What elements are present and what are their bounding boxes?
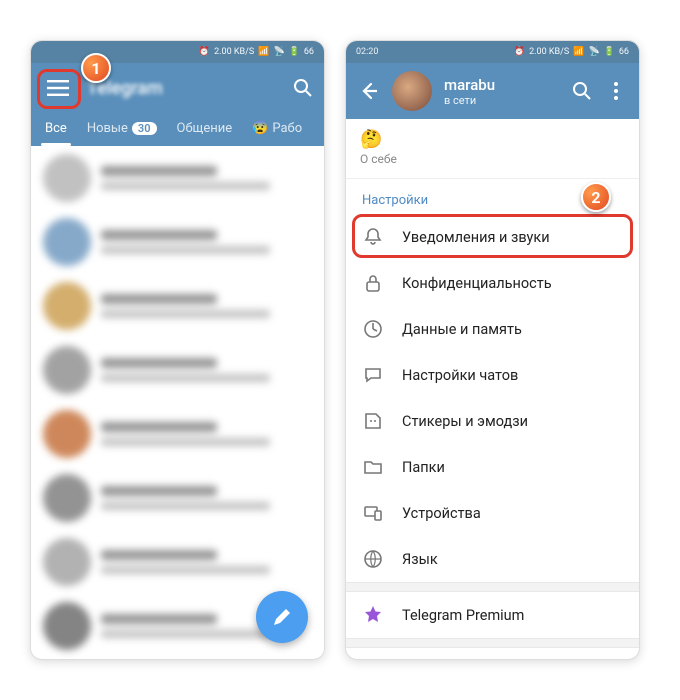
avatar bbox=[43, 538, 91, 586]
data-icon bbox=[362, 318, 384, 340]
alarm-icon: ⏰ bbox=[199, 47, 210, 57]
star-icon bbox=[362, 604, 384, 626]
signal-icon: 📶 bbox=[573, 47, 584, 57]
battery-icon: 🔋 bbox=[289, 47, 300, 57]
signal-icon: 📶 bbox=[258, 47, 269, 57]
chat-icon bbox=[362, 364, 384, 386]
settings-stickers-label: Стикеры и эмодзи bbox=[402, 413, 528, 430]
settings-notifications[interactable]: Уведомления и звуки bbox=[346, 214, 639, 260]
chat-item[interactable] bbox=[31, 274, 324, 338]
tab-new-badge: 30 bbox=[132, 122, 157, 135]
avatar bbox=[43, 218, 91, 266]
about-emoji: 🤔 bbox=[360, 129, 625, 150]
status-indicators: ⏰ 2.00 KB/S 📶 📡 🔋 66 bbox=[514, 47, 629, 57]
avatar bbox=[43, 602, 91, 650]
tab-new[interactable]: Новые 30 bbox=[79, 113, 165, 146]
status-indicators: ⏰ 2.00 KB/S 📶 📡 🔋 66 bbox=[199, 47, 314, 57]
avatar bbox=[43, 474, 91, 522]
search-icon bbox=[293, 78, 313, 98]
profile-status: в сети bbox=[444, 94, 559, 107]
profile-avatar[interactable] bbox=[392, 71, 432, 111]
chat-item[interactable] bbox=[31, 210, 324, 274]
chat-item[interactable] bbox=[31, 402, 324, 466]
hamburger-icon bbox=[47, 80, 69, 96]
wifi-icon: 📡 bbox=[273, 47, 284, 57]
tab-social[interactable]: Общение bbox=[169, 113, 241, 146]
net-speed: 2.00 KB/S bbox=[214, 47, 254, 57]
section-help-header: Помощь bbox=[346, 648, 639, 660]
callout-badge-1: 1 bbox=[81, 53, 111, 83]
net-speed: 2.00 KB/S bbox=[529, 47, 569, 57]
sticker-icon bbox=[362, 410, 384, 432]
settings-notifications-label: Уведомления и звуки bbox=[402, 229, 550, 246]
chat-item[interactable] bbox=[31, 466, 324, 530]
settings-premium[interactable]: Telegram Premium bbox=[346, 592, 639, 638]
settings-devices[interactable]: Устройства bbox=[346, 490, 639, 536]
tab-work-emoji: 😰 bbox=[252, 121, 268, 136]
folder-tabs: Все Новые 30 Общение 😰 Рабо bbox=[31, 113, 324, 146]
avatar bbox=[43, 282, 91, 330]
profile-meta: marabu в сети bbox=[444, 76, 559, 107]
lock-icon bbox=[362, 272, 384, 294]
back-button[interactable] bbox=[358, 80, 380, 102]
status-bar: 02:20 ⏰ 2.00 KB/S 📶 📡 🔋 66 bbox=[346, 41, 639, 63]
tab-work[interactable]: 😰 Рабо bbox=[244, 113, 310, 146]
settings-premium-label: Telegram Premium bbox=[402, 607, 524, 624]
settings-language-label: Язык bbox=[402, 551, 438, 568]
battery-pct: 66 bbox=[304, 47, 314, 57]
settings-chats[interactable]: Настройки чатов bbox=[346, 352, 639, 398]
chat-list[interactable] bbox=[31, 146, 324, 658]
about-section[interactable]: 🤔 О себе bbox=[346, 119, 639, 179]
status-bar: ⏰ 2.00 KB/S 📶 📡 🔋 66 bbox=[31, 41, 324, 63]
section-separator bbox=[346, 582, 639, 592]
more-vertical-icon bbox=[614, 82, 618, 100]
devices-icon bbox=[362, 502, 384, 524]
chat-item[interactable] bbox=[31, 530, 324, 594]
pencil-icon bbox=[271, 606, 293, 628]
globe-icon bbox=[362, 548, 384, 570]
search-button[interactable] bbox=[571, 80, 593, 102]
settings-data[interactable]: Данные и память bbox=[346, 306, 639, 352]
folder-icon bbox=[362, 456, 384, 478]
chat-item[interactable] bbox=[31, 338, 324, 402]
status-time: 02:20 bbox=[356, 47, 378, 57]
settings-language[interactable]: Язык bbox=[346, 536, 639, 582]
settings-devices-label: Устройства bbox=[402, 505, 481, 522]
settings-folders-label: Папки bbox=[402, 459, 445, 476]
battery-pct: 66 bbox=[619, 47, 629, 57]
chat-item[interactable] bbox=[31, 146, 324, 210]
alarm-icon: ⏰ bbox=[514, 47, 525, 57]
search-icon bbox=[572, 81, 592, 101]
phone-left: ⏰ 2.00 KB/S 📶 📡 🔋 66 Telegram 1 Все Новы… bbox=[30, 40, 325, 660]
phone-right: 02:20 ⏰ 2.00 KB/S 📶 📡 🔋 66 marabu в сети bbox=[345, 40, 640, 660]
settings-chats-label: Настройки чатов bbox=[402, 367, 518, 384]
bell-icon bbox=[362, 226, 384, 248]
battery-icon: 🔋 bbox=[604, 47, 615, 57]
callout-badge-2: 2 bbox=[581, 182, 611, 212]
section-separator bbox=[346, 638, 639, 648]
arrow-left-icon bbox=[359, 81, 379, 101]
about-label: О себе bbox=[360, 152, 625, 166]
app-title: Telegram bbox=[87, 78, 280, 99]
settings-header: marabu в сети bbox=[346, 63, 639, 119]
main-header: Telegram bbox=[31, 63, 324, 113]
settings-privacy[interactable]: Конфиденциальность bbox=[346, 260, 639, 306]
avatar bbox=[43, 346, 91, 394]
compose-fab[interactable] bbox=[256, 591, 308, 643]
avatar bbox=[43, 410, 91, 458]
wifi-icon: 📡 bbox=[588, 47, 599, 57]
tab-all[interactable]: Все bbox=[37, 113, 75, 146]
settings-privacy-label: Конфиденциальность bbox=[402, 275, 552, 292]
profile-username: marabu bbox=[444, 76, 559, 94]
settings-folders[interactable]: Папки bbox=[346, 444, 639, 490]
settings-data-label: Данные и память bbox=[402, 321, 522, 338]
avatar bbox=[43, 154, 91, 202]
more-button[interactable] bbox=[605, 80, 627, 102]
search-button[interactable] bbox=[292, 77, 314, 99]
menu-button[interactable] bbox=[41, 71, 75, 105]
settings-stickers[interactable]: Стикеры и эмодзи bbox=[346, 398, 639, 444]
